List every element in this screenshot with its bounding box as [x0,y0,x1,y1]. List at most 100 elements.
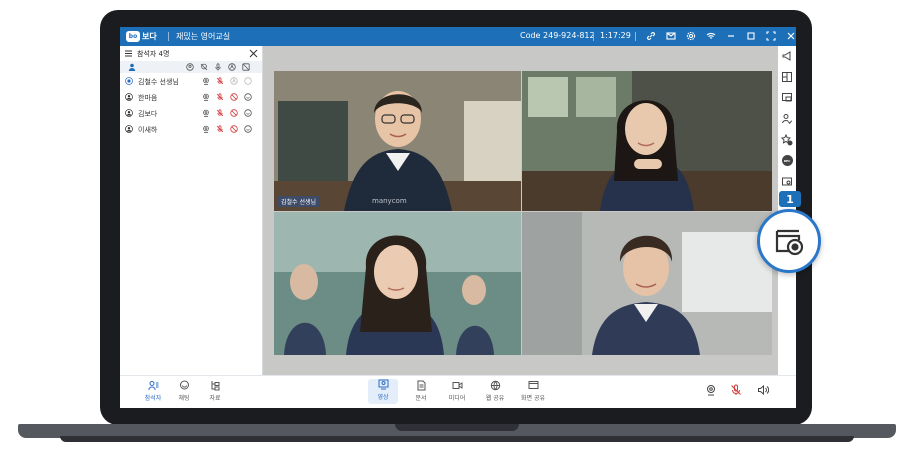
record-icon[interactable]: REC [781,155,793,166]
room-title: 재밌는 영어교실 [176,32,231,41]
brand-name: 보다 [142,32,157,41]
star-add-icon[interactable] [781,134,793,146]
screen-share-icon[interactable] [781,92,793,104]
participant-name: 한마음 [138,94,158,102]
video-tile-teacher[interactable]: 김철수 선생님 manycom [274,71,521,211]
permission-off-icon[interactable] [230,109,238,117]
chat-icon [179,380,189,390]
user-check-icon[interactable] [781,113,793,125]
mic-muted-icon[interactable] [730,384,742,396]
chat-button[interactable]: 채팅 [169,380,199,402]
document-icon [417,380,425,391]
participant-name: 이새하 [138,126,158,134]
participants-icon [147,381,158,391]
video-mode-label: 영상 [377,394,389,401]
permission-off-icon[interactable] [230,93,238,101]
web-share-button[interactable]: 웹 공유 [480,380,510,402]
mail-icon[interactable] [664,29,678,43]
mic-muted-icon[interactable] [216,109,224,117]
student-avatar-icon [125,125,133,133]
participants-panel: 참석자 4명 김철수 선생님 한마음 김보다 이새하 [120,46,263,375]
callout-number-badge: 1 [779,191,801,207]
participant-row[interactable]: 한마음 [120,89,262,105]
stream-icon [775,229,804,256]
web-share-icon [490,380,500,391]
document-button[interactable]: 문서 [406,380,436,402]
participant-controls [202,77,252,85]
video-mode-button[interactable]: 영상 [368,379,398,404]
mic-muted-icon[interactable] [216,93,224,101]
student-avatar-icon [125,93,133,101]
document-label: 문서 [415,395,427,402]
participants-label: 참석자 [144,395,162,402]
camera-icon[interactable] [202,77,210,85]
group-icon[interactable] [186,63,194,71]
participant-controls [202,109,252,117]
megaphone-icon[interactable] [781,50,793,62]
camera-icon[interactable] [202,93,210,101]
chat-icon[interactable] [244,93,252,101]
screen-permission-icon[interactable] [242,63,250,71]
participant-row[interactable]: 김철수 선생님 [120,73,262,89]
permission-icon[interactable] [230,77,238,85]
media-button[interactable]: 미디어 [442,380,472,402]
student-video-image [522,71,772,211]
column-icons [186,63,250,71]
permission-icon[interactable] [228,63,236,71]
menu-icon[interactable] [124,49,133,58]
video-tile-student[interactable] [274,212,521,355]
permission-off-icon[interactable] [230,125,238,133]
files-label: 자료 [209,395,221,402]
minimize-icon[interactable] [724,29,738,43]
mic-muted-icon[interactable] [216,125,224,133]
camera-icon[interactable] [202,125,210,133]
stream-icon[interactable] [781,175,793,187]
chat-icon[interactable] [244,125,252,133]
mic-all-icon[interactable] [214,63,222,71]
video-icon [378,379,388,390]
fullscreen-icon[interactable] [764,29,778,43]
callout-zoom-stream-icon [757,209,821,273]
laptop-base-shadow [60,436,854,442]
video-tile-student[interactable] [522,71,772,211]
panel-close-icon[interactable] [249,49,258,58]
participant-name: 김보다 [138,110,158,118]
participant-row[interactable]: 이새하 [120,121,262,137]
student-video-image [522,212,772,355]
speaker-icon[interactable] [757,384,769,396]
title-divider [635,32,636,41]
mic-muted-icon[interactable] [216,77,224,85]
link-icon[interactable] [644,29,658,43]
screen-share-button[interactable]: 화면 공유 [518,380,548,402]
title-divider [168,32,169,41]
participant-name: 김철수 선생님 [138,78,179,86]
camera-icon[interactable] [705,384,717,396]
logo-mark: bo [126,31,140,42]
wifi-icon [704,29,718,43]
participant-column-header [120,61,262,73]
close-icon[interactable] [784,29,796,43]
person-icon [128,63,136,71]
camera-icon[interactable] [202,109,210,117]
settings-icon[interactable] [684,29,698,43]
participant-list: 김철수 선생님 한마음 김보다 이새하 [120,73,262,137]
maximize-icon[interactable] [744,29,758,43]
participant-row[interactable]: 김보다 [120,105,262,121]
student-avatar-icon [125,109,133,117]
files-icon [211,381,219,391]
screen-share-label: 화면 공유 [521,395,545,402]
chat-icon[interactable] [244,77,252,85]
media-label: 미디어 [448,395,466,402]
meeting-code: Code 249-924-812 [520,31,595,40]
laptop-notch [395,424,519,431]
chat-icon[interactable] [244,109,252,117]
files-button[interactable]: 자료 [200,380,230,402]
window-controls [644,29,796,43]
participants-button[interactable]: 참석자 [138,380,168,402]
layout-icon[interactable] [781,71,793,83]
app-logo: bo 보다 [126,30,157,43]
video-tile-student[interactable] [522,212,772,355]
participant-controls [202,93,252,101]
screen-icon [528,381,538,389]
camera-all-off-icon[interactable] [200,63,208,71]
